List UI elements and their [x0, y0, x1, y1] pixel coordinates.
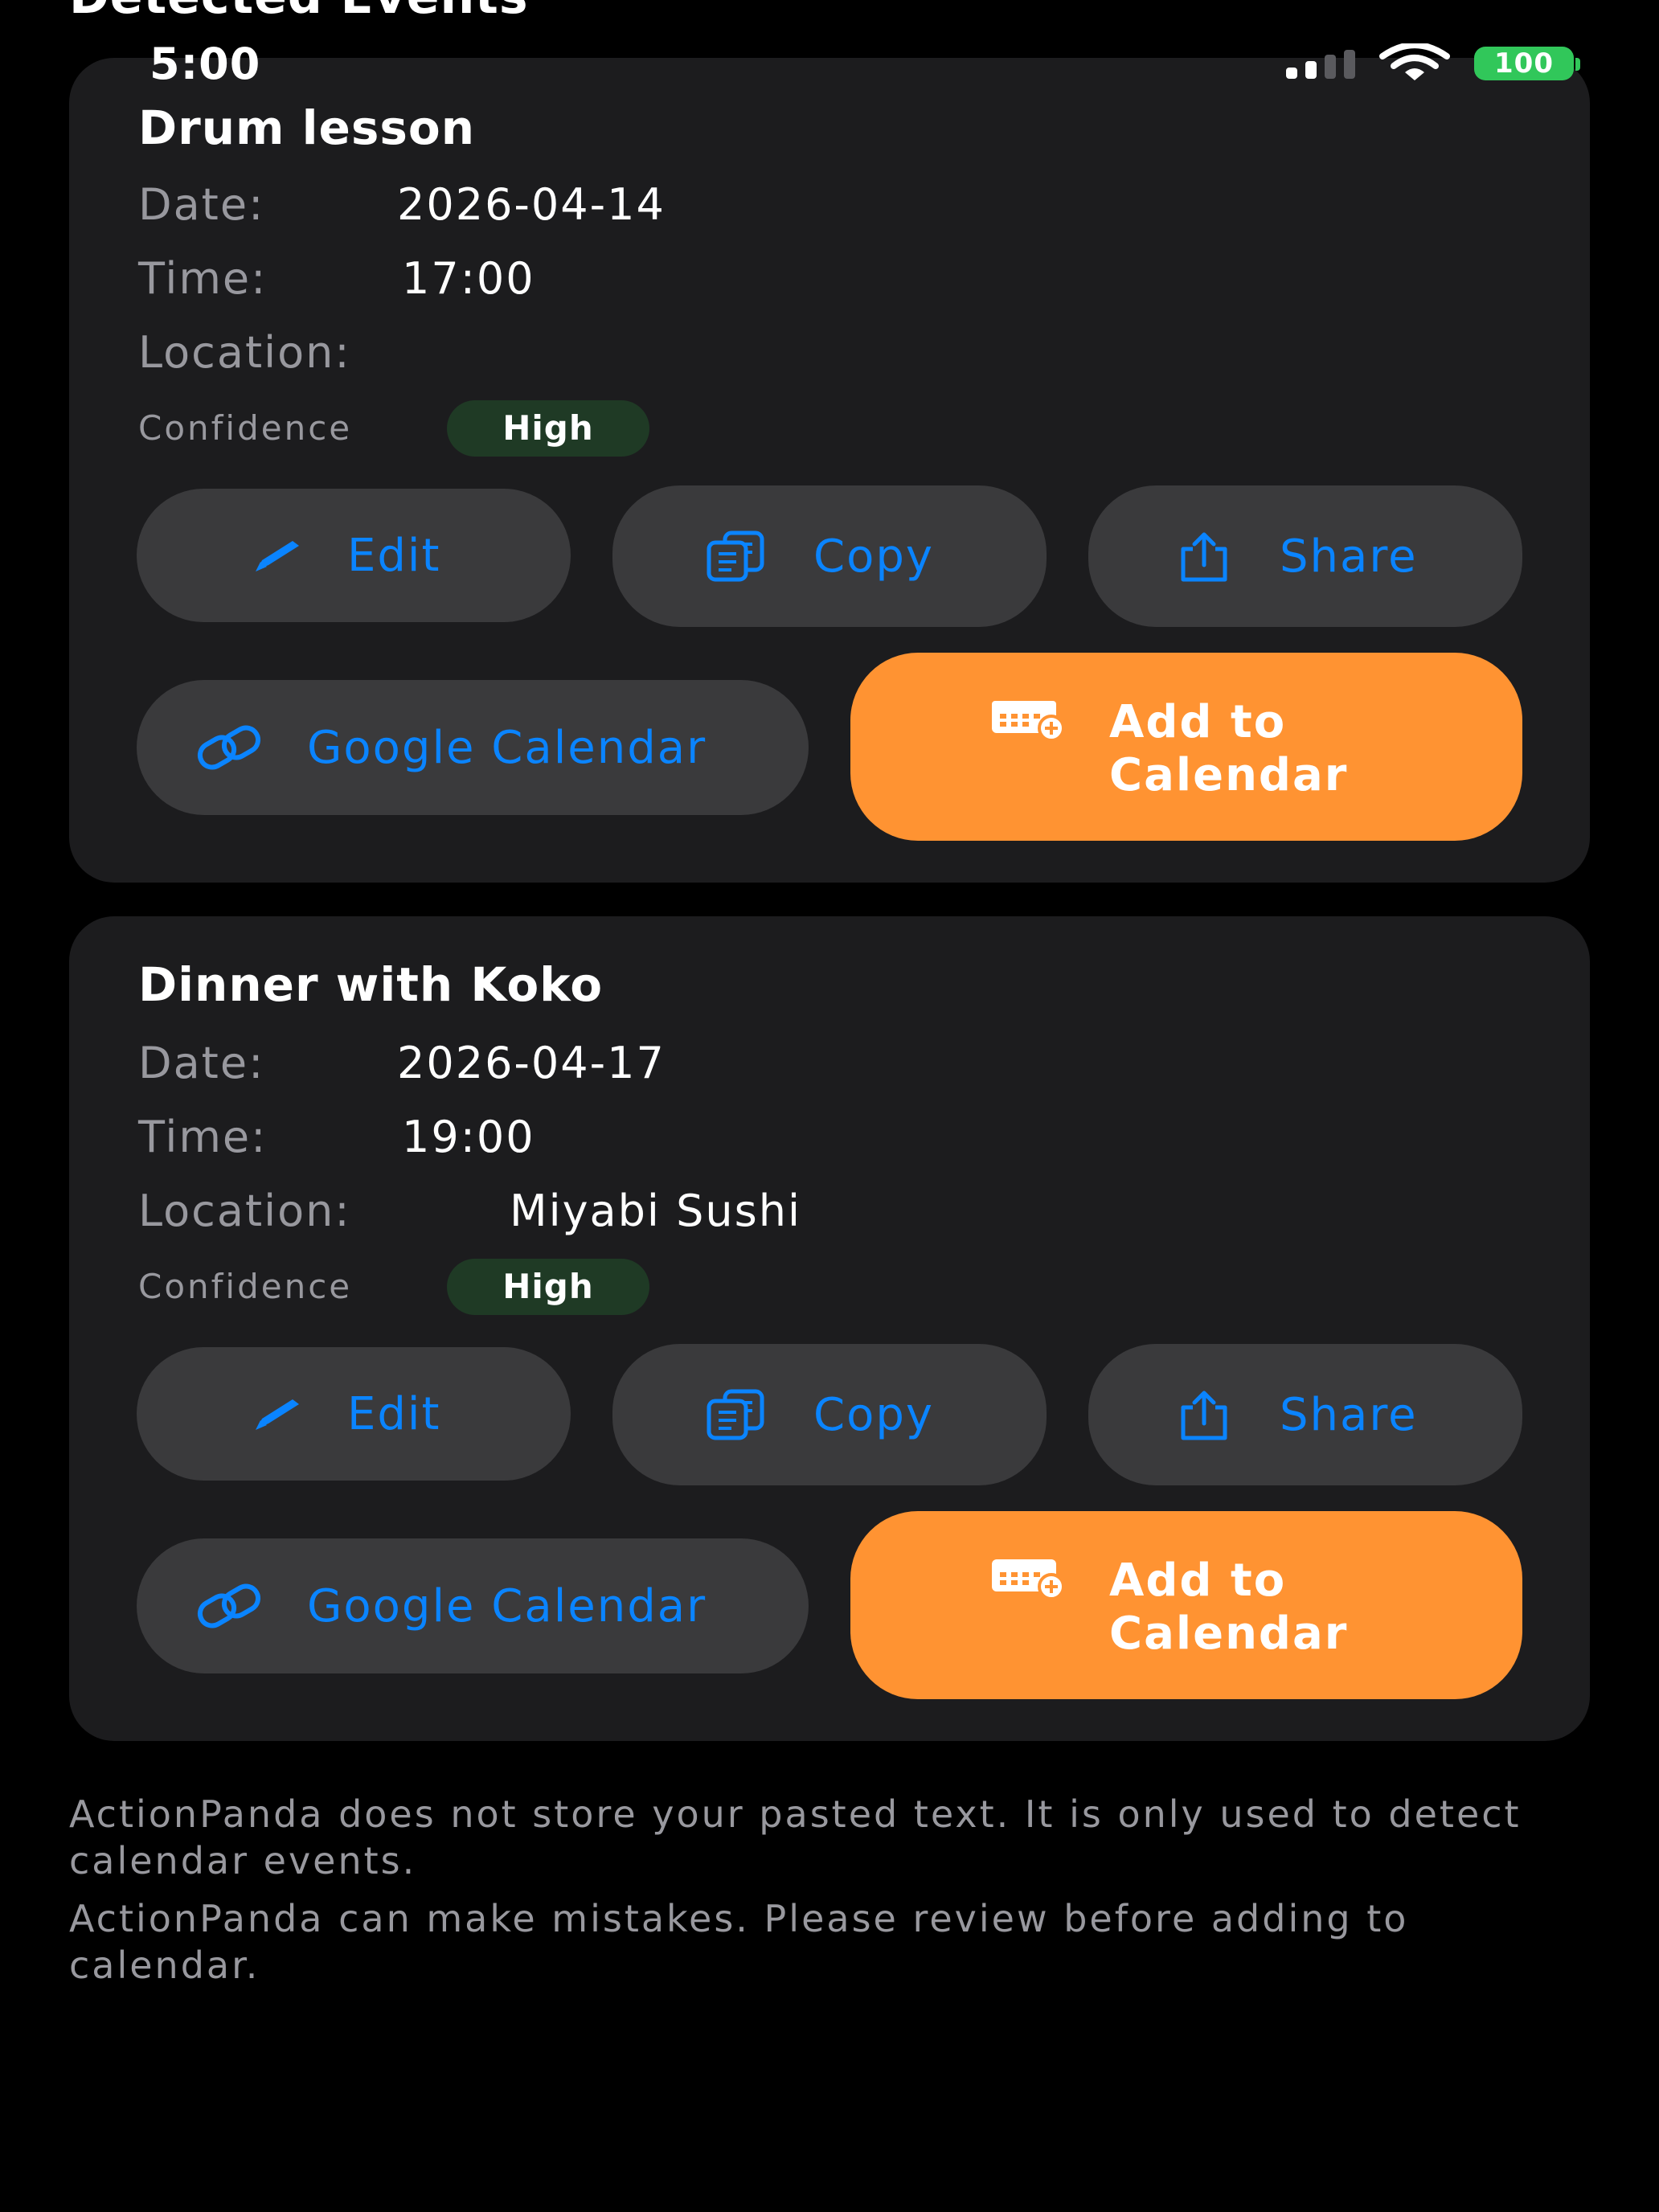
edit-label: Edit: [347, 529, 441, 582]
battery-icon: 100: [1474, 47, 1574, 80]
event-date-row: Date: 2026-04-14: [138, 183, 664, 227]
pencil-icon: [256, 1399, 299, 1430]
share-label: Share: [1280, 530, 1418, 583]
date-value: 2026-04-14: [397, 179, 666, 230]
add-to-calendar-button[interactable]: Add to Calendar: [850, 653, 1522, 841]
event-time-row: Time: 17:00: [138, 257, 534, 301]
pencil-icon: [256, 541, 299, 571]
link-icon: [197, 1583, 261, 1628]
location-label: Location:: [138, 1186, 351, 1236]
confidence-badge: High: [447, 1259, 649, 1315]
location-value: Miyabi Sushi: [510, 1186, 801, 1236]
copy-label: Copy: [813, 1388, 935, 1441]
edit-button[interactable]: Edit: [137, 489, 571, 622]
status-time: 5:00: [150, 39, 261, 89]
add-to-calendar-label: Add to Calendar: [1109, 696, 1349, 801]
signal-icon: [1286, 50, 1355, 79]
google-calendar-label: Google Calendar: [307, 721, 707, 774]
time-value: 19:00: [402, 1112, 535, 1162]
add-to-calendar-button[interactable]: Add to Calendar: [850, 1511, 1522, 1699]
confidence-label: Confidence: [138, 408, 353, 448]
confidence-badge: High: [447, 400, 649, 457]
edit-label: Edit: [347, 1387, 441, 1440]
copy-label: Copy: [813, 530, 935, 583]
event-location-row: Location:: [138, 331, 351, 375]
google-calendar-button[interactable]: Google Calendar: [137, 680, 809, 815]
edit-button[interactable]: Edit: [137, 1347, 571, 1481]
share-label: Share: [1280, 1388, 1418, 1441]
add-to-calendar-label: Add to Calendar: [1109, 1555, 1349, 1660]
time-label: Time:: [138, 1112, 268, 1162]
date-label: Date:: [138, 1038, 265, 1088]
calendar-add-icon: [992, 1559, 1065, 1600]
copy-icon: [707, 530, 764, 582]
disclaimer-note: ActionPanda can make mistakes. Please re…: [69, 1897, 1409, 1987]
share-icon: [1181, 1391, 1227, 1440]
copy-button[interactable]: Copy: [612, 1344, 1047, 1485]
battery-nub: [1575, 58, 1580, 71]
location-label: Location:: [138, 327, 351, 378]
google-calendar-button[interactable]: Google Calendar: [137, 1538, 809, 1673]
wifi-icon: [1379, 43, 1450, 80]
event-date-row: Date: 2026-04-17: [138, 1042, 664, 1085]
event-title: Dinner with Koko: [138, 957, 604, 1012]
event-card: Drum lesson Date: 2026-04-14 Time: 17:00…: [69, 58, 1590, 883]
status-bar: 5:00 100: [0, 0, 1659, 129]
share-button[interactable]: Share: [1088, 1344, 1522, 1485]
copy-icon: [707, 1389, 764, 1440]
date-label: Date:: [138, 179, 265, 230]
google-calendar-label: Google Calendar: [307, 1579, 707, 1632]
calendar-add-icon: [992, 701, 1065, 741]
time-label: Time:: [138, 253, 268, 304]
confidence-label: Confidence: [138, 1267, 353, 1306]
event-location-row: Location: Miyabi Sushi: [138, 1190, 800, 1233]
time-value: 17:00: [402, 253, 535, 304]
share-icon: [1181, 532, 1227, 582]
link-icon: [197, 725, 261, 770]
event-card: Dinner with Koko Date: 2026-04-17 Time: …: [69, 916, 1590, 1741]
copy-button[interactable]: Copy: [612, 485, 1047, 627]
share-button[interactable]: Share: [1088, 485, 1522, 627]
date-value: 2026-04-17: [397, 1038, 666, 1088]
event-time-row: Time: 19:00: [138, 1116, 534, 1159]
privacy-note: ActionPanda does not store your pasted t…: [69, 1792, 1522, 1882]
